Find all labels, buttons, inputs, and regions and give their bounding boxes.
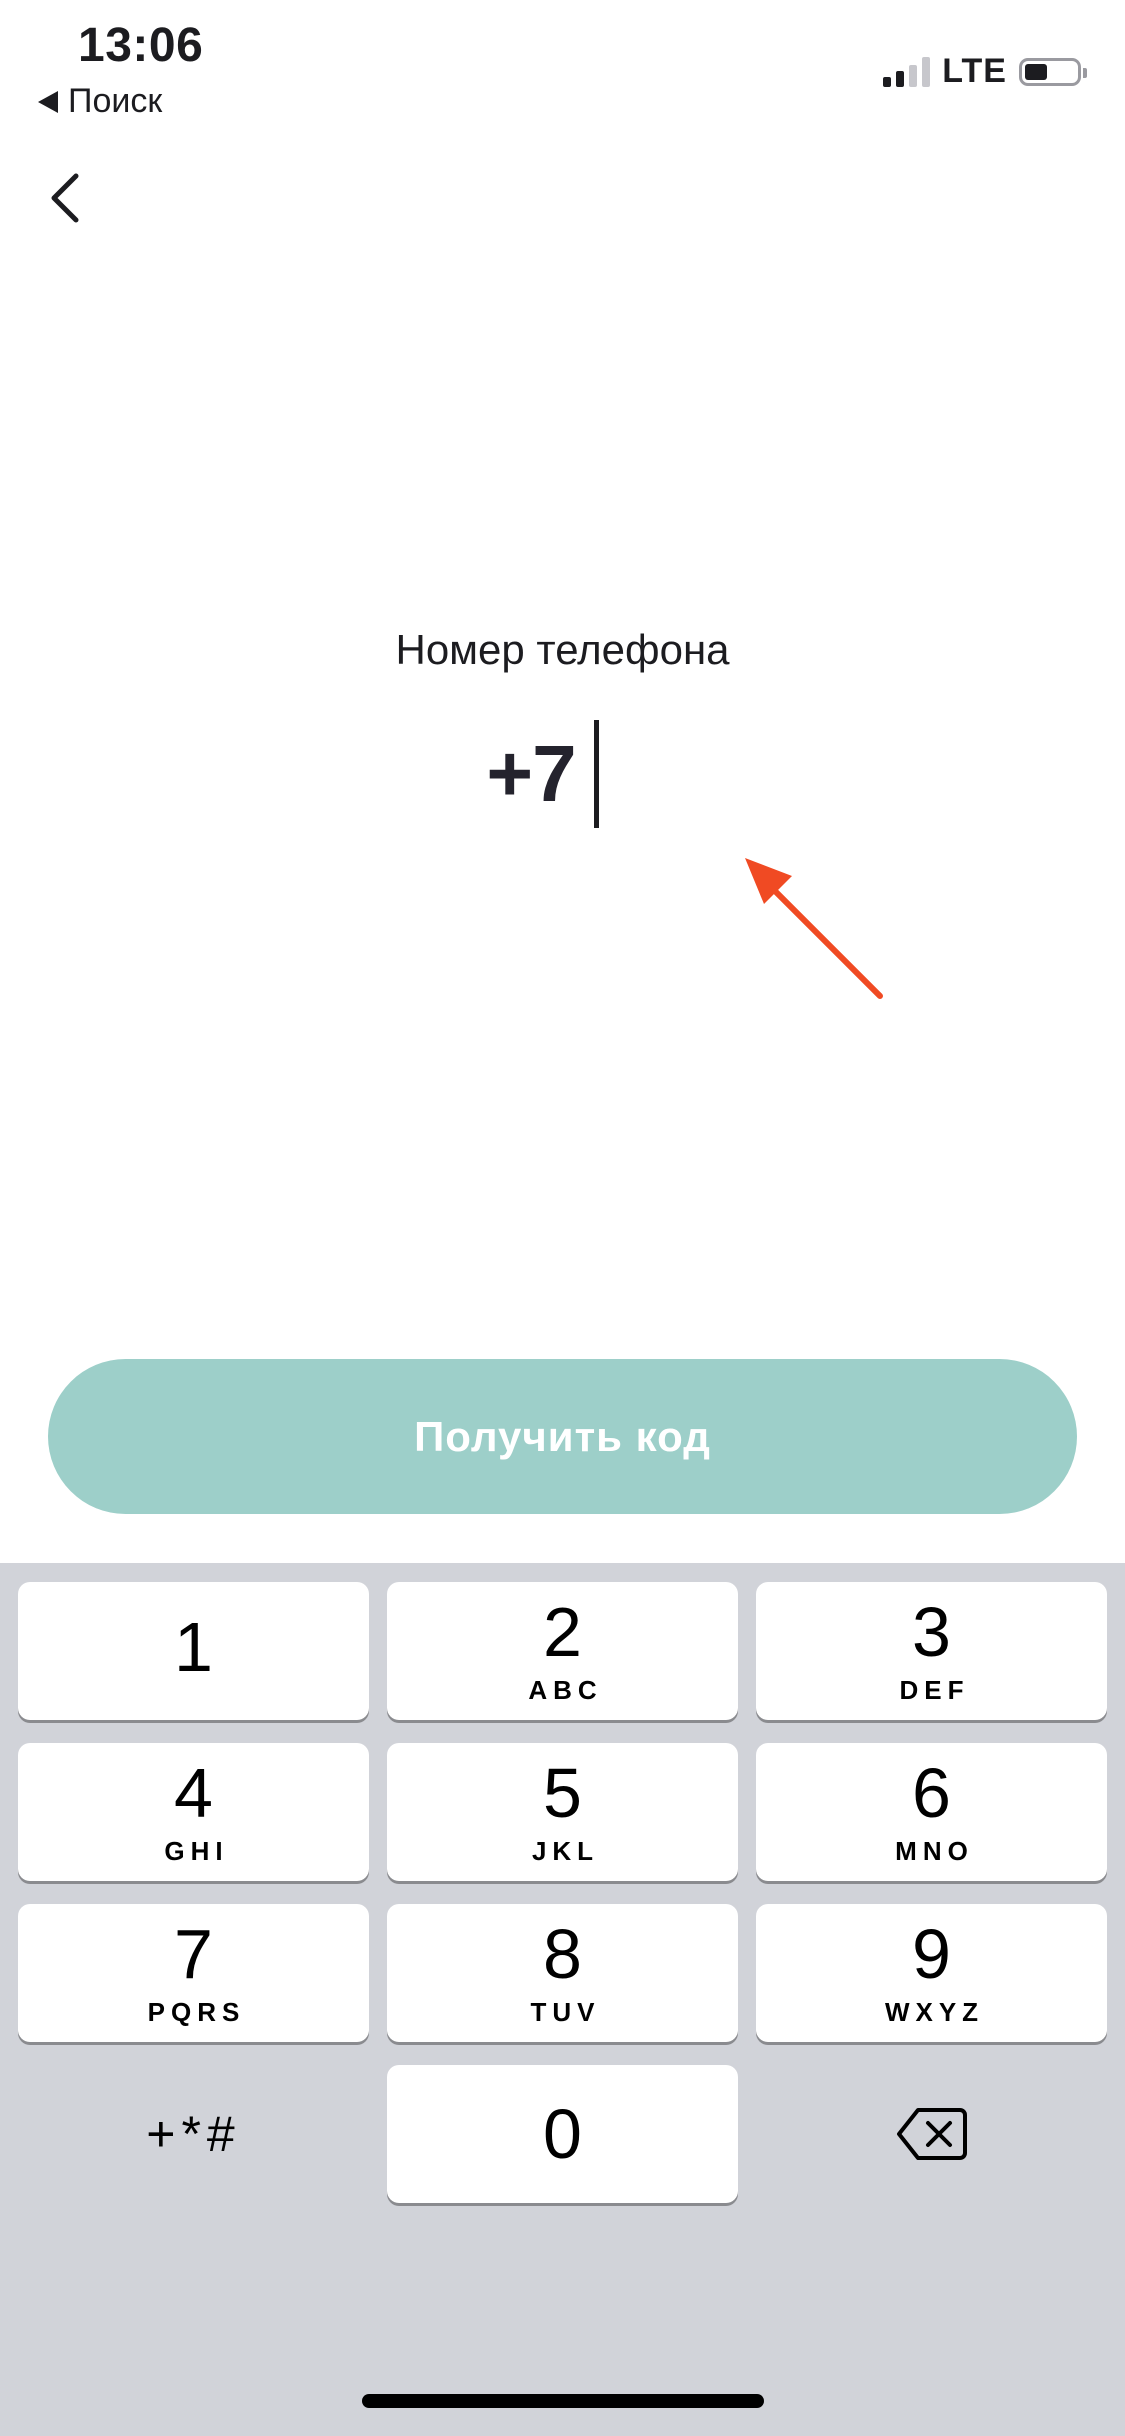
get-code-button[interactable]: Получить код: [48, 1359, 1077, 1514]
phone-input[interactable]: +7: [0, 720, 1125, 828]
key-3[interactable]: 3 DEF: [756, 1582, 1107, 1720]
phone-value[interactable]: +7: [486, 728, 576, 820]
key-digit: 1: [174, 1608, 213, 1686]
delete-key[interactable]: [756, 2065, 1107, 2203]
back-triangle-icon: [38, 90, 58, 113]
key-digit: 2: [543, 1592, 582, 1671]
key-digit: 9: [912, 1914, 951, 1993]
battery-icon: [1019, 57, 1087, 86]
status-back-app[interactable]: Поиск: [38, 82, 162, 121]
key-digit: 6: [912, 1753, 951, 1832]
key-symbols[interactable]: +*#: [18, 2065, 369, 2203]
status-back-app-label: Поиск: [68, 82, 163, 120]
key-letters: JKL: [531, 1835, 600, 1866]
back-button[interactable]: [42, 168, 92, 228]
key-9[interactable]: 9 WXYZ: [756, 1904, 1107, 2042]
key-2[interactable]: 2 ABC: [387, 1582, 738, 1720]
key-7[interactable]: 7 PQRS: [18, 1904, 369, 2042]
home-indicator: [362, 2394, 764, 2408]
key-letters: TUV: [530, 1996, 601, 2027]
key-6[interactable]: 6 MNO: [756, 1743, 1107, 1881]
key-letters: GHI: [164, 1835, 229, 1866]
numeric-keypad: 1 2 ABC 3 DEF 4 GHI 5 JKL 6 MNO 7 PQRS 8…: [0, 1563, 1125, 2436]
key-0[interactable]: 0: [387, 2065, 738, 2203]
network-type: LTE: [942, 52, 1007, 90]
signal-icon: [883, 56, 931, 87]
status-indicators: LTE: [883, 52, 1087, 91]
key-digit: 5: [543, 1753, 582, 1832]
chevron-left-icon: [51, 173, 79, 223]
key-letters: MNO: [895, 1835, 974, 1866]
key-digit: 3: [912, 1592, 951, 1671]
backspace-icon: [896, 2108, 967, 2160]
key-1[interactable]: 1: [18, 1582, 369, 1720]
red-arrow-icon: [745, 858, 883, 999]
key-digit: 7: [174, 1914, 213, 1993]
key-8[interactable]: 8 TUV: [387, 1904, 738, 2042]
key-digit: 0: [543, 2095, 582, 2173]
key-digit: 4: [174, 1753, 213, 1832]
key-letters: WXYZ: [884, 1996, 985, 2027]
key-4[interactable]: 4 GHI: [18, 1743, 369, 1881]
status-time: 13:06: [78, 19, 204, 72]
key-letters: ABC: [528, 1674, 603, 1705]
key-5[interactable]: 5 JKL: [387, 1743, 738, 1881]
phone-label: Номер телефона: [395, 626, 730, 673]
key-letters: PQRS: [147, 1996, 246, 2027]
key-digit: 8: [543, 1914, 582, 1993]
text-caret: [593, 720, 599, 828]
key-letters: DEF: [899, 1674, 970, 1705]
